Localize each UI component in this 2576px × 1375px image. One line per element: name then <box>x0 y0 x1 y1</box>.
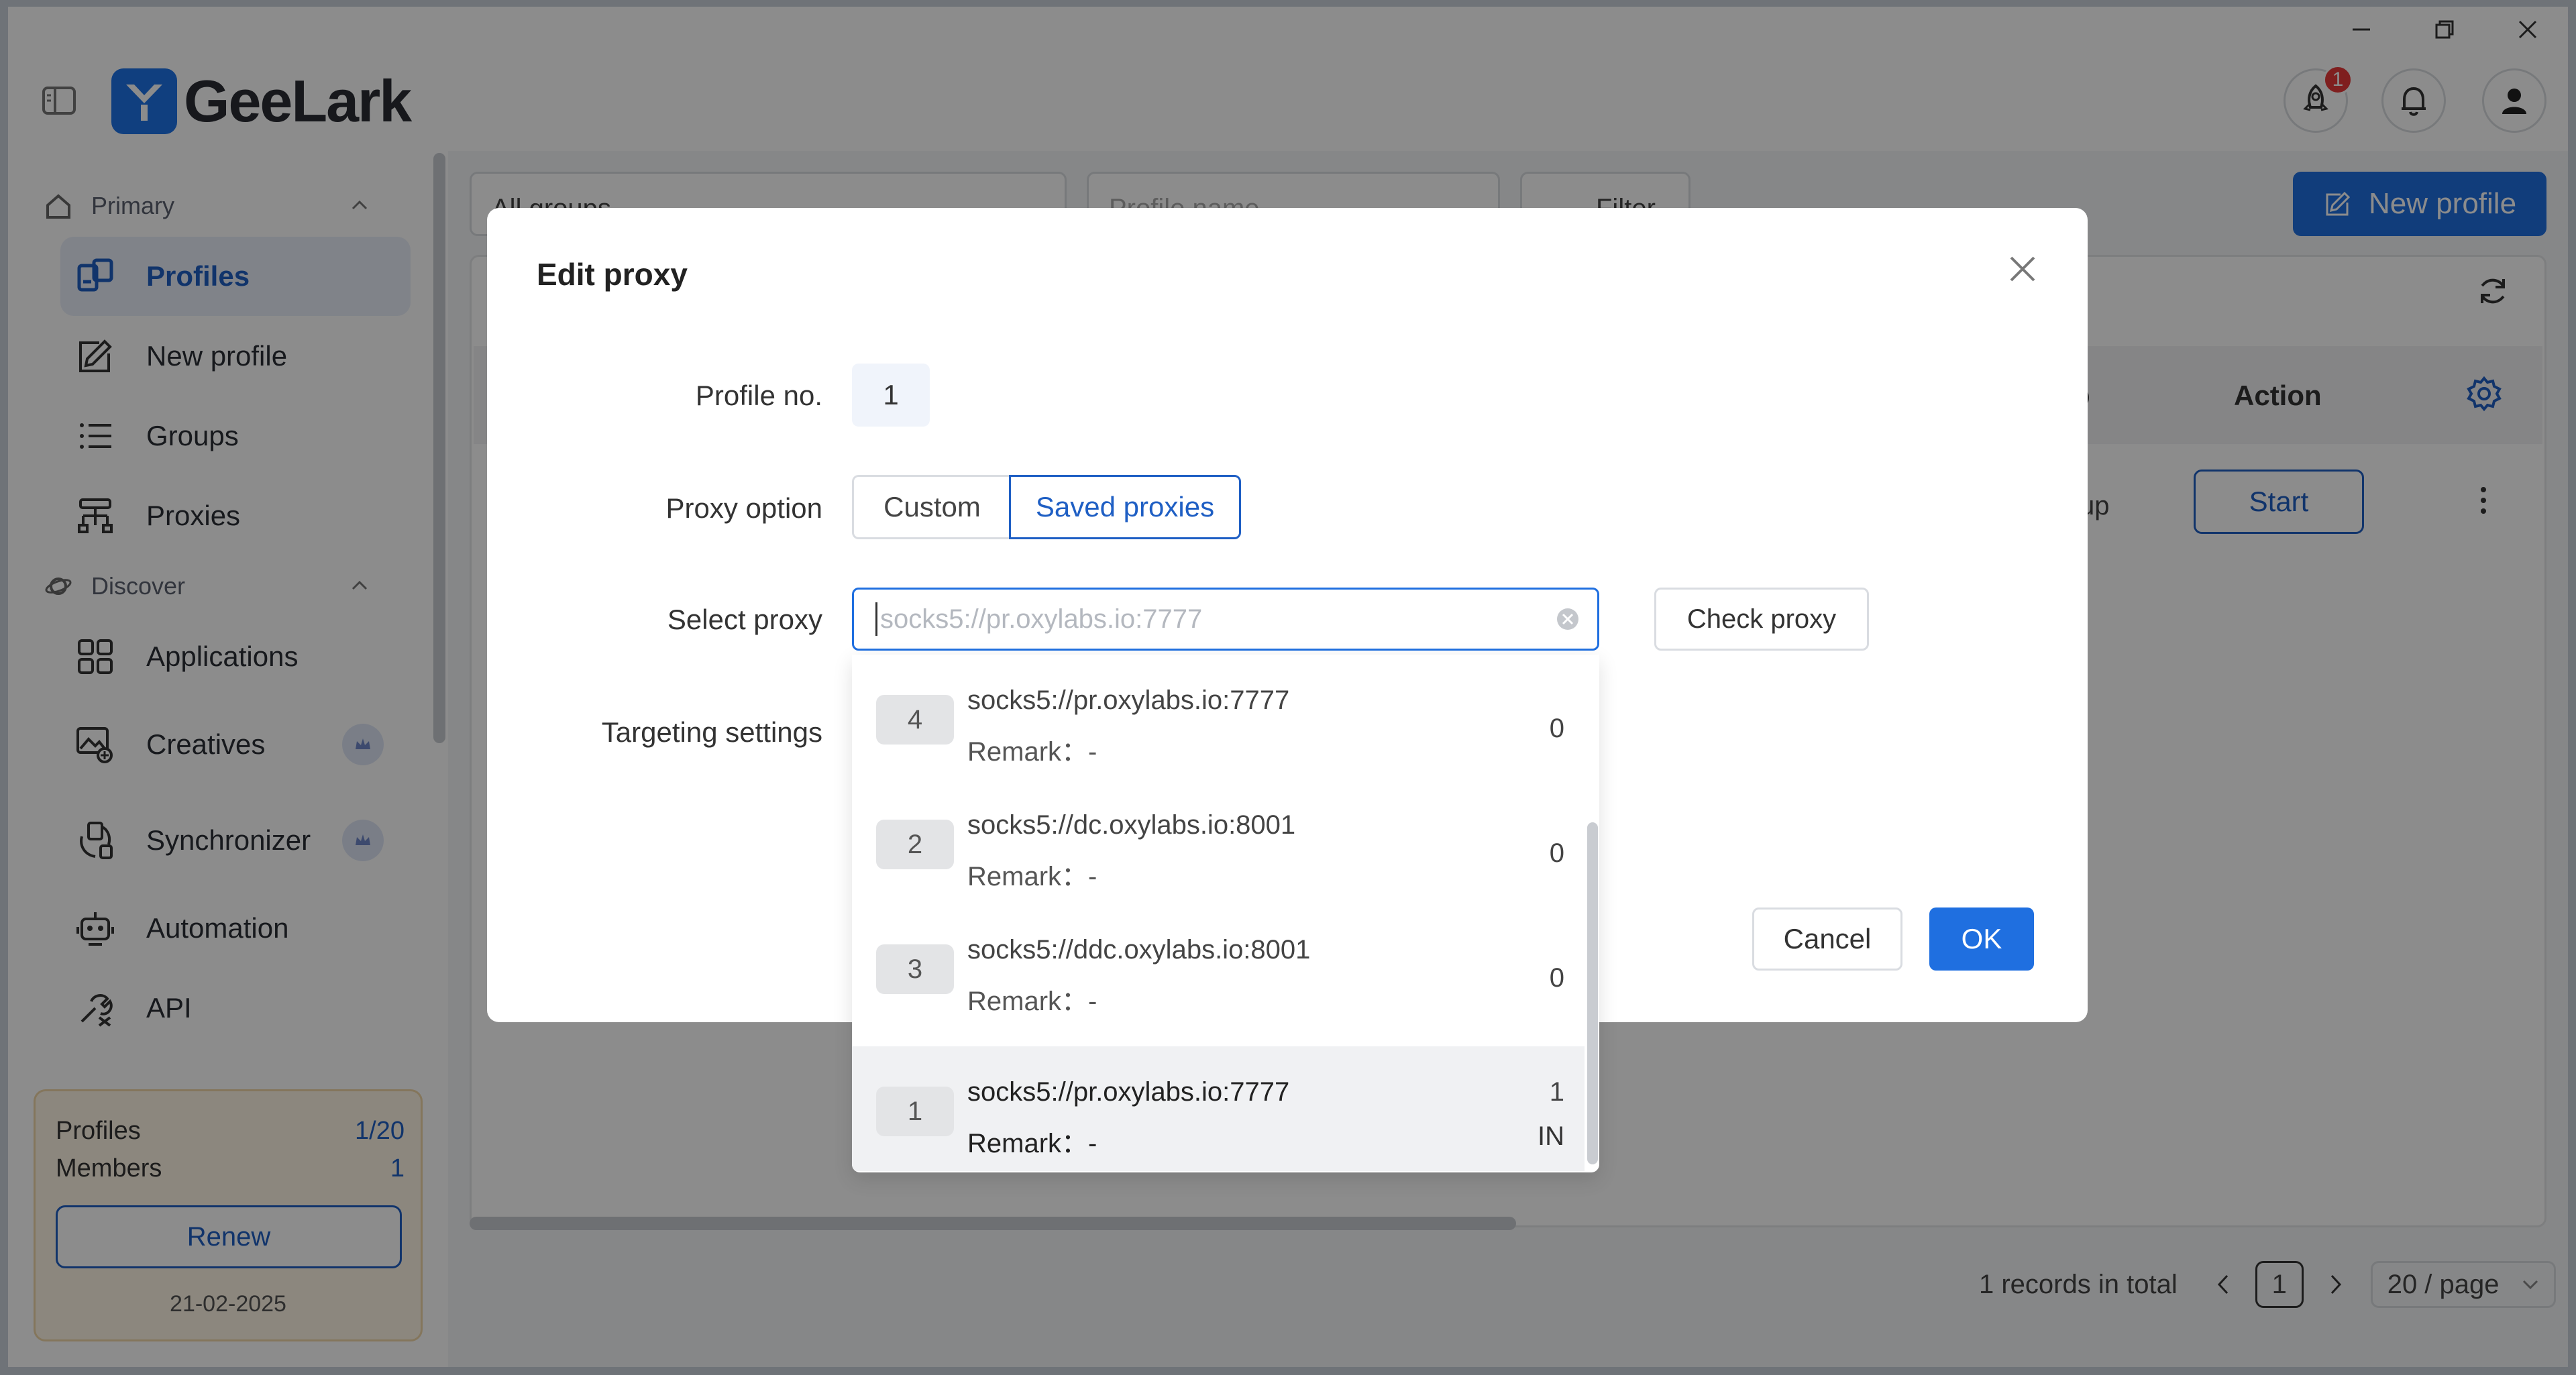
proxy-url: socks5://dc.oxylabs.io:8001 <box>967 810 1296 840</box>
proxy-option-label: Proxy option <box>665 492 822 524</box>
proxy-remark: Remark：- <box>967 862 1097 891</box>
proxy-number-badge: 3 <box>876 944 954 994</box>
ok-button[interactable]: OK <box>1929 908 2034 971</box>
select-proxy-input[interactable]: socks5://pr.oxylabs.io:7777 <box>852 588 1599 651</box>
profile-no-label: Profile no. <box>695 380 822 411</box>
cancel-button[interactable]: Cancel <box>1752 908 1902 971</box>
clear-icon[interactable] <box>1554 606 1581 632</box>
proxy-number-badge: 4 <box>876 695 954 745</box>
proxy-remark: Remark：- <box>967 987 1097 1016</box>
check-proxy-button[interactable]: Check proxy <box>1654 588 1869 651</box>
proxy-url: socks5://pr.oxylabs.io:7777 <box>967 1077 1290 1107</box>
proxy-option-item-selected[interactable]: 1 socks5://pr.oxylabs.io:7777 Remark：- 1… <box>852 1046 1585 1171</box>
proxy-url: socks5://pr.oxylabs.io:7777 <box>967 685 1290 715</box>
proxy-option-custom[interactable]: Custom <box>852 475 1010 539</box>
proxy-usage-count: 0 <box>1549 714 1564 743</box>
profile-no-value: 1 <box>852 364 930 427</box>
text-caret <box>875 602 877 636</box>
proxy-usage-count: 0 <box>1549 838 1564 868</box>
proxy-url: socks5://ddc.oxylabs.io:8001 <box>967 935 1311 965</box>
proxy-option-item[interactable]: 4 socks5://pr.oxylabs.io:7777 Remark：- 0 <box>852 655 1585 779</box>
close-icon[interactable] <box>2002 248 2043 290</box>
targeting-settings-label: Targeting settings <box>601 716 822 748</box>
proxy-option-item[interactable]: 3 socks5://ddc.oxylabs.io:8001 Remark：- … <box>852 904 1585 1029</box>
dropdown-scrollbar[interactable] <box>1587 822 1598 1164</box>
proxy-usage-count: 0 <box>1549 963 1564 993</box>
proxy-dropdown: 4 socks5://pr.oxylabs.io:7777 Remark：- 0… <box>852 655 1599 1172</box>
proxy-usage-count: 1 <box>1549 1077 1564 1107</box>
proxy-country: IN <box>1538 1121 1564 1151</box>
proxy-option-saved-proxies[interactable]: Saved proxies <box>1009 475 1241 539</box>
proxy-remark: Remark：- <box>967 1129 1097 1158</box>
select-proxy-placeholder: socks5://pr.oxylabs.io:7777 <box>880 604 1203 634</box>
proxy-remark: Remark：- <box>967 737 1097 767</box>
proxy-option-item[interactable]: 2 socks5://dc.oxylabs.io:8001 Remark：- 0 <box>852 779 1585 904</box>
proxy-number-badge: 2 <box>876 820 954 869</box>
dialog-title: Edit proxy <box>537 257 688 292</box>
select-proxy-label: Select proxy <box>667 604 822 635</box>
proxy-number-badge: 1 <box>876 1087 954 1136</box>
